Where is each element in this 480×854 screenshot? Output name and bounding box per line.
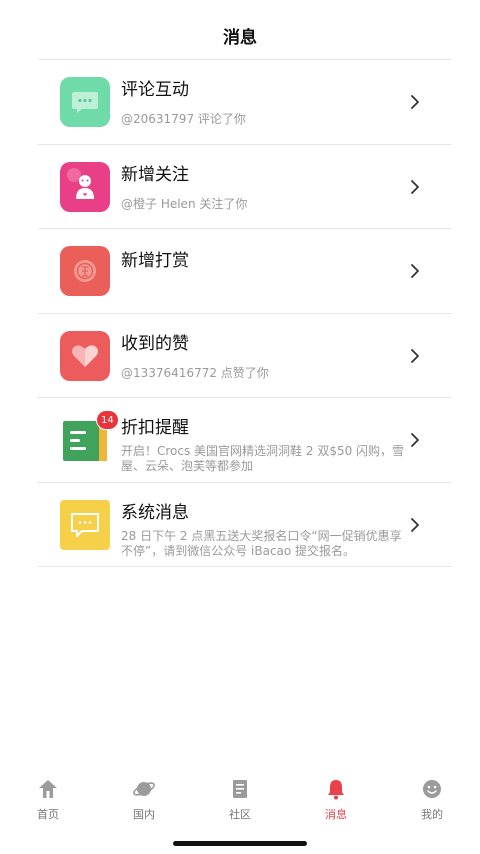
system-message-icon: [60, 499, 110, 550]
tab-messages[interactable]: 消息: [295, 770, 377, 822]
bell-icon: [328, 780, 344, 800]
row-subtitle: @橙子 Helen 关注了你: [121, 196, 248, 211]
row-comment-interaction[interactable]: 评论互动 @20631797 评论了你: [38, 60, 451, 145]
row-system-messages[interactable]: 系统消息 28 日下午 2 点黑五送大奖报名口令“网一促销优惠享不停”，请到微信…: [38, 483, 451, 567]
chevron-right-icon: [411, 517, 419, 532]
row-likes-received[interactable]: 收到的赞 @13376416772 点赞了你: [38, 314, 451, 398]
bottom-tab-bar: 首页 国内 社区 消息 我的: [0, 770, 480, 830]
tab-label: 我的: [421, 808, 443, 821]
row-subtitle: @20631797 评论了你: [121, 112, 246, 126]
row-discount-reminder[interactable]: 14 折扣提醒 开启！Crocs 美国官网精选洞洞鞋 2 双$50 闪购，雪屋、…: [38, 398, 451, 483]
comment-bubble-icon: [60, 77, 110, 127]
heart-icon: [60, 330, 110, 381]
tab-label: 社区: [229, 808, 251, 821]
tab-mine[interactable]: 我的: [391, 770, 473, 822]
tab-label: 首页: [37, 808, 59, 821]
chevron-right-icon: [411, 348, 419, 363]
row-subtitle: 28 日下午 2 点黑五送大奖报名口令“网一促销优惠享不停”，请到微信公众号 i…: [121, 528, 402, 558]
row-new-followers[interactable]: 新增关注 @橙子 Helen 关注了你: [38, 145, 451, 229]
chevron-right-icon: [411, 179, 419, 194]
row-title: 折扣提醒: [121, 418, 189, 438]
message-list: 评论互动 @20631797 评论了你 新增关注 @橙子 Helen 关注了你: [38, 59, 451, 567]
row-title: 新增关注: [121, 164, 189, 185]
home-icon: [39, 780, 57, 798]
tab-home[interactable]: 首页: [7, 770, 89, 822]
tab-community[interactable]: 社区: [199, 770, 281, 822]
row-title: 新增打赏: [121, 251, 189, 271]
page-title: 消息: [223, 27, 257, 48]
row-subtitle: 开启！Crocs 美国官网精选洞洞鞋 2 双$50 闪购，雪屋、云朵、泡芙等都参…: [121, 444, 405, 473]
chevron-right-icon: [411, 264, 419, 278]
messages-page: 消息 评论互动 @20631797 评论了你 新增关注 @橙子 Helen 关注…: [0, 0, 480, 854]
smiley-icon: [423, 780, 441, 798]
row-title: 系统消息: [121, 502, 189, 523]
row-subtitle: @13376416772 点赞了你: [121, 365, 269, 380]
chevron-right-icon: [411, 95, 419, 109]
follower-figure-icon: [60, 161, 110, 212]
home-indicator: [173, 841, 307, 846]
tab-label: 国内: [133, 808, 155, 821]
tab-label: 消息: [325, 808, 347, 821]
reward-coin-icon: [60, 246, 110, 296]
header: 消息: [0, 0, 480, 60]
chevron-right-icon: [411, 433, 419, 447]
row-title: 收到的赞: [121, 333, 189, 354]
planet-icon: [133, 782, 155, 796]
row-title: 评论互动: [121, 80, 189, 100]
unread-count-badge: 14: [96, 410, 119, 430]
row-new-rewards[interactable]: 新增打赏: [38, 229, 451, 314]
book-icon: [233, 780, 247, 798]
tab-domestic[interactable]: 国内: [103, 770, 185, 822]
